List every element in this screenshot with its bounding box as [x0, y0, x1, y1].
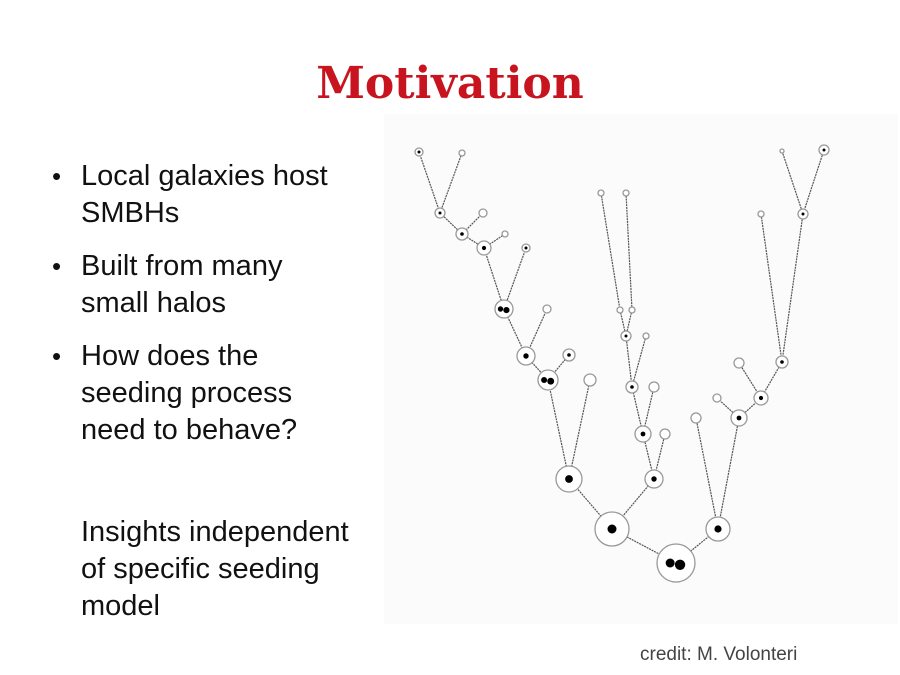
- halo-node: [478, 208, 488, 218]
- merger-tree-figure: [384, 114, 898, 624]
- tree-branch: [760, 213, 783, 363]
- halo-node: [628, 306, 636, 314]
- black-hole-dot: [460, 232, 464, 236]
- note-line: of specific seeding: [81, 553, 320, 585]
- black-hole-dot: [651, 476, 657, 482]
- black-hole-dot: [481, 245, 487, 251]
- insight-note: Insights independent of specific seeding…: [81, 514, 401, 625]
- halo-node: [622, 189, 630, 197]
- bullet-dot-icon: •: [52, 251, 62, 281]
- tree-branch: [625, 192, 633, 311]
- halo-node: [712, 393, 722, 403]
- tree-branch: [781, 213, 804, 363]
- black-hole-dot: [758, 395, 764, 401]
- merger-tree-diagram: [414, 144, 830, 583]
- halo-node: [458, 149, 466, 157]
- tree-branch: [802, 149, 825, 215]
- black-hole-dot: [801, 212, 805, 216]
- tree-branch: [625, 335, 633, 388]
- black-hole-dot: [497, 306, 504, 312]
- tree-branch: [717, 417, 740, 530]
- tree-branch: [631, 335, 647, 388]
- bullet-text-line: How does the: [81, 340, 259, 372]
- black-hole-dot: [524, 246, 528, 250]
- black-hole-dot: [541, 377, 548, 383]
- tree-branch: [547, 379, 570, 480]
- black-hole-dot: [567, 353, 571, 357]
- tree-branch: [439, 152, 463, 214]
- tree-branch: [418, 151, 441, 214]
- black-hole-dot: [665, 558, 675, 568]
- bullet-item: • How does the seeding process need to b…: [52, 338, 392, 449]
- slide-title: Motivation: [316, 58, 584, 109]
- note-line: model: [81, 590, 160, 622]
- black-hole-dot: [624, 334, 628, 338]
- halo-node: [659, 428, 671, 440]
- black-hole-dot: [547, 377, 555, 385]
- black-hole-dot: [640, 431, 646, 437]
- halo-node: [648, 381, 660, 393]
- bullet-text-line: Local galaxies host: [81, 160, 328, 192]
- halo-node: [733, 357, 745, 369]
- tree-branch: [695, 417, 719, 530]
- black-hole-dot: [607, 524, 617, 534]
- tree-branch: [600, 192, 621, 311]
- bullet-text-line: SMBHs: [81, 197, 180, 229]
- black-hole-dot: [565, 475, 573, 483]
- black-hole-dot: [714, 525, 722, 533]
- black-hole-dot: [417, 150, 421, 154]
- halo-node: [597, 189, 605, 197]
- halo-node: [779, 148, 785, 154]
- black-hole-dot: [630, 385, 634, 389]
- black-hole-dot: [736, 415, 742, 421]
- halo-node: [501, 230, 509, 238]
- halo-node: [616, 306, 624, 314]
- black-hole-dot: [780, 360, 784, 364]
- bullet-text-line: Built from many: [81, 250, 283, 282]
- halo-node: [757, 210, 765, 218]
- image-credit: credit: M. Volonteri: [640, 644, 798, 665]
- bullet-dot-icon: •: [52, 161, 62, 191]
- black-hole-dot: [674, 559, 686, 570]
- black-hole-dot: [523, 353, 529, 359]
- bullet-text-line: need to behave?: [81, 414, 298, 446]
- halo-node: [583, 373, 597, 387]
- tree-branch: [781, 150, 804, 215]
- black-hole-dot: [503, 306, 510, 314]
- tree-branch: [503, 247, 527, 310]
- note-line: Insights independent: [81, 516, 349, 548]
- bullet-dot-icon: •: [52, 341, 62, 371]
- halo-node: [642, 332, 650, 340]
- bullet-text-line: seeding process: [81, 377, 293, 409]
- tree-branch: [568, 379, 591, 480]
- bullet-item: • Built from many small halos: [52, 248, 392, 322]
- bullet-text-line: small halos: [81, 287, 227, 319]
- black-hole-dot: [822, 148, 826, 152]
- bullet-list: • Local galaxies host SMBHs • Built from…: [52, 158, 392, 465]
- halo-node: [542, 304, 552, 314]
- black-hole-dot: [438, 211, 442, 215]
- halo-node: [690, 412, 702, 424]
- bullet-item: • Local galaxies host SMBHs: [52, 158, 392, 232]
